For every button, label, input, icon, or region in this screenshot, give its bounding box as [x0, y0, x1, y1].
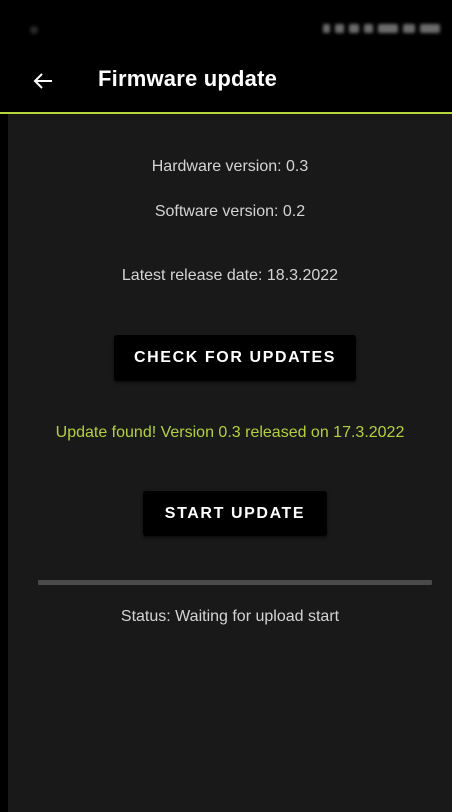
battery-icon: [403, 23, 415, 33]
status-bar: [0, 0, 452, 50]
wifi-icon: [364, 23, 373, 33]
latest-release-date-text: Latest release date: 18.3.2022: [121, 267, 339, 284]
alarm-icon: [323, 23, 330, 33]
status-text: Status: Waiting for upload start: [120, 608, 340, 625]
notification-icon: [30, 26, 38, 34]
software-version-text: Software version: 0.2: [154, 203, 306, 220]
bluetooth-icon: [349, 23, 359, 33]
status-icons: [323, 22, 440, 34]
upload-progress-bar: [38, 580, 432, 585]
start-update-button[interactable]: START UPDATE: [143, 491, 327, 536]
firmware-update-screen: Firmware update Hardware version: 0.3 So…: [0, 0, 452, 812]
app-bar: Firmware update: [0, 50, 452, 114]
update-found-message: Update found! Version 0.3 released on 17…: [55, 424, 405, 441]
arrow-left-icon: [33, 73, 52, 89]
back-button[interactable]: [22, 60, 64, 102]
page-title: Firmware update: [98, 66, 278, 91]
vibrate-icon: [335, 23, 344, 33]
clock: [420, 23, 440, 33]
content-area: Hardware version: 0.3 Software version: …: [8, 114, 452, 812]
check-for-updates-button[interactable]: CHECK FOR UPDATES: [114, 335, 356, 381]
signal-icon: [378, 23, 398, 33]
hardware-version-text: Hardware version: 0.3: [151, 158, 309, 175]
